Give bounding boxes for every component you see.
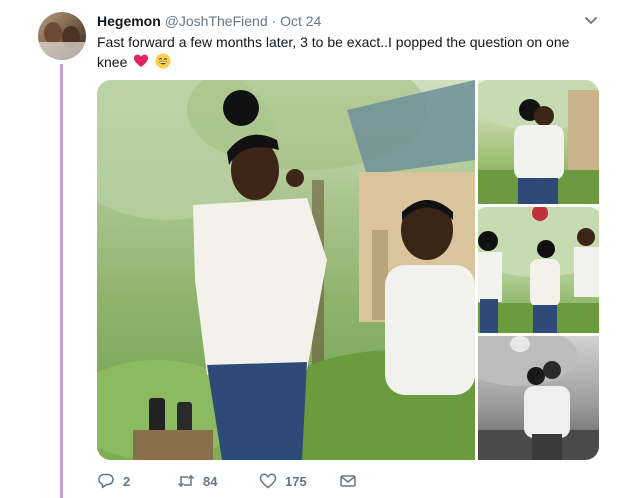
reply-icon xyxy=(98,473,114,489)
media-grid xyxy=(97,80,599,460)
avatar[interactable] xyxy=(38,12,86,60)
reply-button[interactable]: 2 xyxy=(97,472,130,490)
thread-line xyxy=(60,64,63,498)
retweet-count: 84 xyxy=(203,473,218,489)
tweet-header: Hegemon @JoshTheFiend · Oct 24 xyxy=(97,12,321,30)
grinning-face-icon xyxy=(155,53,171,69)
retweet-icon xyxy=(177,474,195,488)
photo-proposal-main-illustration xyxy=(97,80,475,460)
photo-proposal-main[interactable] xyxy=(97,80,475,460)
separator-dot: · xyxy=(271,13,277,29)
author-name[interactable]: Hegemon xyxy=(97,13,161,29)
photo-couple-with-onlooker-illustration xyxy=(478,207,599,333)
tweet-date[interactable]: Oct 24 xyxy=(280,13,321,29)
red-heart-icon xyxy=(134,54,149,67)
photo-couple-embrace[interactable] xyxy=(478,80,599,204)
photo-couple-black-white[interactable] xyxy=(478,336,599,460)
author-handle[interactable]: @JoshTheFiend xyxy=(165,13,268,29)
tweet-actions: 2 84 175 xyxy=(97,472,397,494)
retweet-button[interactable]: 84 xyxy=(177,472,217,490)
tweet-text-block: Fast forward a few months later, 3 to be… xyxy=(97,32,597,72)
like-count: 175 xyxy=(285,473,307,489)
direct-message-button[interactable] xyxy=(339,472,357,490)
photo-couple-with-onlooker[interactable] xyxy=(478,207,599,333)
photo-couple-black-white-illustration xyxy=(478,336,599,460)
heart-outline-icon xyxy=(259,473,277,489)
chevron-down-icon[interactable] xyxy=(583,12,599,28)
reply-count: 2 xyxy=(123,473,131,489)
envelope-icon xyxy=(340,475,356,487)
photo-couple-embrace-illustration xyxy=(478,80,599,204)
like-button[interactable]: 175 xyxy=(259,472,307,490)
